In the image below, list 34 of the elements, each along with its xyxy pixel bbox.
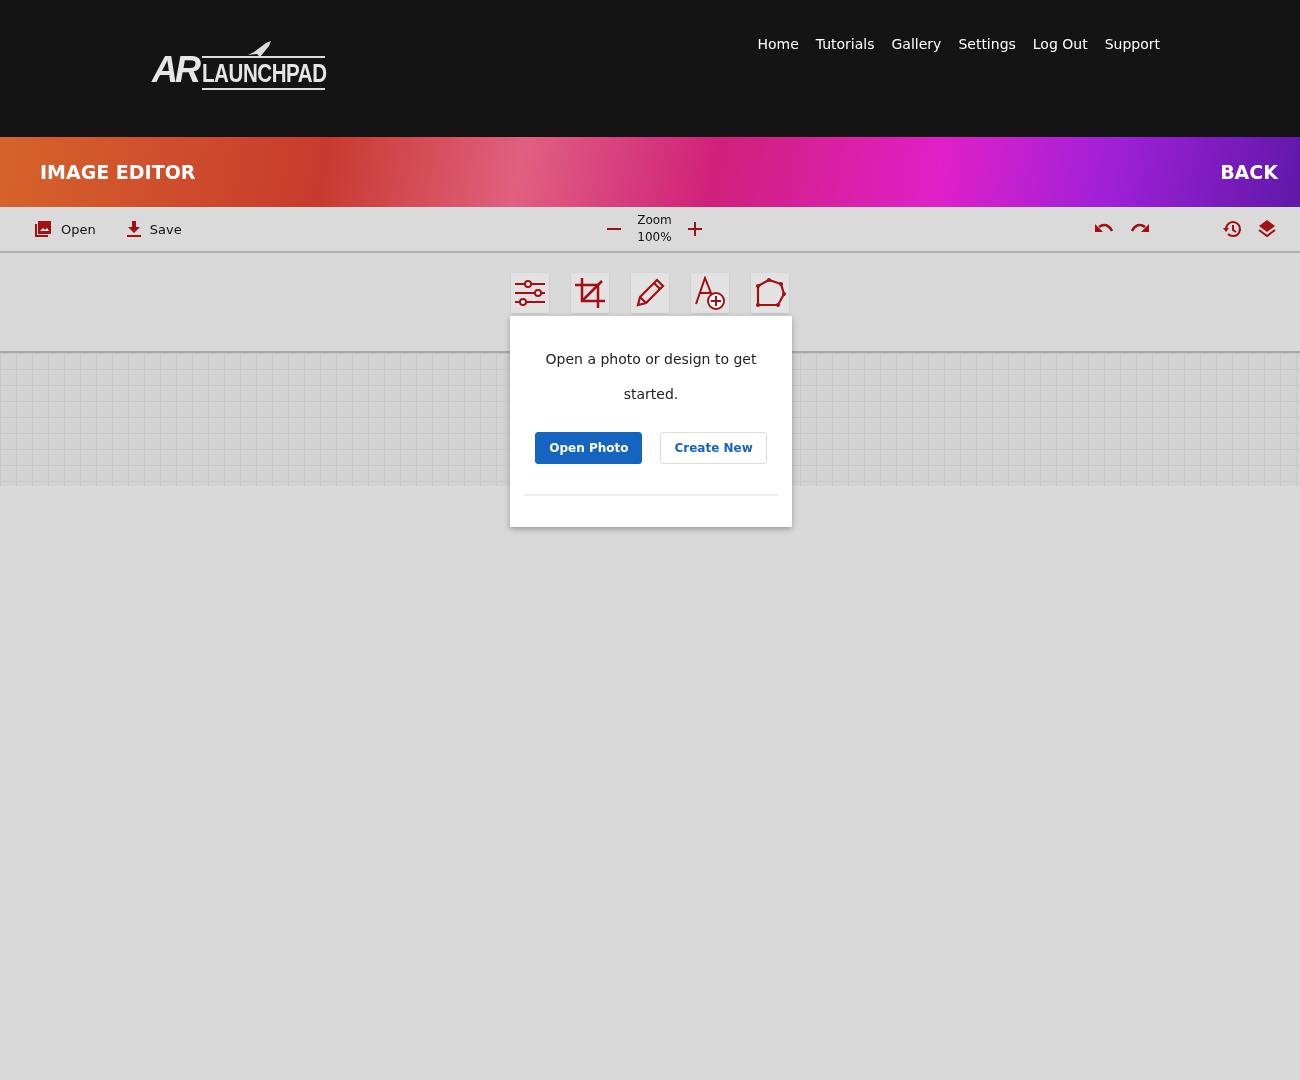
image-icon [33,219,53,239]
nav-link[interactable]: Gallery [891,36,942,54]
logo-mark: AR [152,50,198,90]
zoom-in-icon[interactable] [687,222,702,236]
nav-link[interactable]: Tutorials [815,36,875,54]
nav-link[interactable]: Support [1104,36,1160,54]
save-button[interactable]: Save [125,220,182,238]
create-new-button[interactable]: Create New [660,432,767,464]
dialog-message: Open a photo or design to get started. [544,350,758,404]
sliders-icon [514,279,546,307]
nav-link[interactable]: Log Out [1032,36,1088,54]
add-text-icon [694,276,726,310]
history-icon[interactable] [1222,219,1242,239]
rocket-icon [246,40,272,56]
open-button[interactable]: Open [33,219,96,239]
nav-link[interactable]: Settings [958,36,1016,54]
logo-text: LAUNCHPAD [202,56,325,90]
tool-button[interactable] [631,273,669,313]
tool-button[interactable] [571,273,609,313]
page-title: IMAGE EDITOR [40,161,196,183]
tool-button[interactable] [751,273,789,313]
open-photo-button[interactable]: Open Photo [535,432,643,464]
tool-button[interactable] [691,273,729,313]
tool-button[interactable] [511,273,549,313]
zoom-value: 100% [637,229,672,246]
zoom-out-icon[interactable] [607,227,622,231]
download-icon [125,220,142,238]
layers-icon[interactable] [1258,219,1276,239]
nav-link[interactable]: Home [757,36,799,54]
back-link[interactable]: BACK [1220,161,1278,183]
polygon-icon [754,278,786,308]
pencil-icon [635,278,665,308]
crop-icon [574,277,606,309]
zoom-label: Zoom [637,212,672,229]
